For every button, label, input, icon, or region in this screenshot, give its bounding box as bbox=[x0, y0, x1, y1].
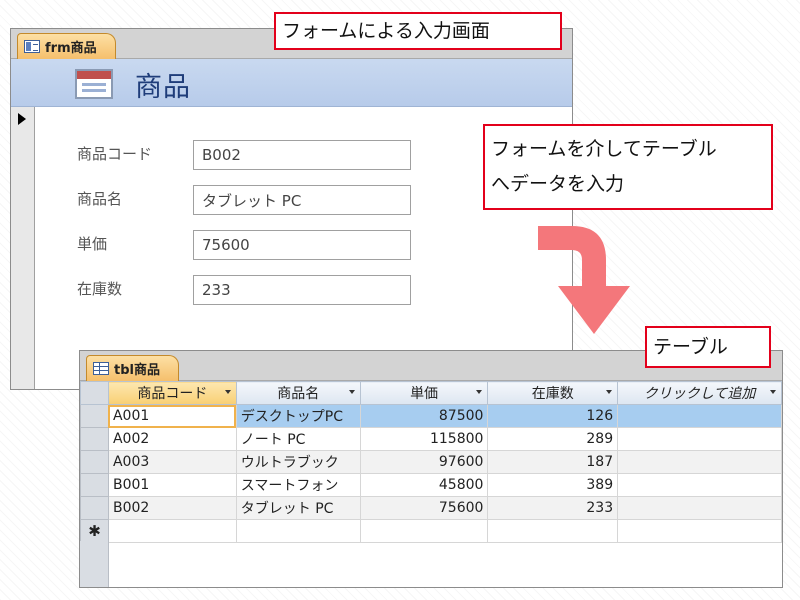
cell-click-to-add[interactable] bbox=[617, 496, 782, 520]
product-code-field[interactable] bbox=[193, 140, 411, 170]
field-label-product-name: 商品名 bbox=[77, 190, 123, 208]
table-document-tab[interactable]: tbl商品 bbox=[86, 355, 179, 381]
table-window: tbl商品 商品コード 商品名 単価 在庫数 クリックして追加 A001 デスク… bbox=[79, 350, 783, 588]
cell-click-to-add[interactable] bbox=[617, 519, 782, 543]
grid-header-row: 商品コード 商品名 単価 在庫数 クリックして追加 bbox=[80, 381, 782, 405]
column-header-click-to-add[interactable]: クリックして追加 bbox=[617, 381, 782, 405]
cell-product-code[interactable]: A001 bbox=[107, 404, 237, 428]
cell-product-code[interactable] bbox=[107, 519, 237, 543]
curved-arrow-icon bbox=[538, 226, 630, 334]
cell-product-name[interactable]: タブレット PC bbox=[235, 496, 361, 520]
cell-unit-price[interactable] bbox=[359, 519, 489, 543]
row-selector-strip bbox=[80, 541, 109, 587]
table-icon bbox=[93, 362, 109, 375]
cell-unit-price[interactable]: 87500 bbox=[359, 404, 489, 428]
cell-stock[interactable] bbox=[487, 519, 619, 543]
row-selector[interactable] bbox=[80, 450, 109, 474]
form-tab-label: frm商品 bbox=[45, 41, 97, 56]
cell-click-to-add[interactable] bbox=[617, 450, 782, 474]
table-row[interactable]: B002 タブレット PC 75600 233 bbox=[80, 496, 782, 520]
callout-table: テーブル bbox=[645, 326, 771, 368]
table-tab-label: tbl商品 bbox=[114, 363, 160, 378]
form-title: 商品 bbox=[135, 72, 191, 103]
field-label-product-code: 商品コード bbox=[77, 145, 153, 163]
callout-data-flow: フォームを介してテーブル へデータを入力 bbox=[483, 124, 773, 210]
form-icon bbox=[75, 69, 113, 99]
product-name-field[interactable] bbox=[193, 185, 411, 215]
unit-price-field[interactable] bbox=[193, 230, 411, 260]
dropdown-caret-icon[interactable] bbox=[224, 390, 231, 394]
dropdown-caret-icon[interactable] bbox=[348, 390, 355, 394]
form-header: 商品 bbox=[11, 59, 572, 107]
column-header-label: 商品名 bbox=[277, 386, 320, 402]
cell-stock[interactable]: 187 bbox=[487, 450, 619, 474]
table-row[interactable]: B001 スマートフォン 45800 389 bbox=[80, 473, 782, 497]
cell-stock[interactable]: 289 bbox=[487, 427, 619, 451]
column-header-label: 商品コード bbox=[137, 386, 208, 402]
cell-click-to-add[interactable] bbox=[617, 404, 782, 428]
table-row[interactable]: A002 ノート PC 115800 289 bbox=[80, 427, 782, 451]
callout-flow-line-1: フォームを介してテーブル bbox=[491, 138, 717, 160]
row-selector[interactable] bbox=[80, 404, 109, 428]
cell-product-code[interactable]: A003 bbox=[107, 450, 237, 474]
row-selector[interactable] bbox=[80, 473, 109, 497]
cell-product-code[interactable]: B001 bbox=[107, 473, 237, 497]
table-row[interactable]: A001 デスクトップPC 87500 126 bbox=[80, 404, 782, 428]
cell-product-name[interactable] bbox=[235, 519, 361, 543]
record-pointer-icon bbox=[18, 113, 26, 125]
column-header-stock[interactable]: 在庫数 bbox=[487, 381, 619, 405]
record-selector[interactable] bbox=[11, 107, 35, 389]
field-label-stock: 在庫数 bbox=[77, 280, 123, 298]
callout-form-screen: フォームによる入力画面 bbox=[274, 12, 562, 50]
dropdown-caret-icon[interactable] bbox=[476, 390, 483, 394]
dropdown-caret-icon[interactable] bbox=[606, 390, 613, 394]
dropdown-caret-icon[interactable] bbox=[770, 390, 776, 394]
column-header-label: クリックして追加 bbox=[643, 386, 756, 402]
field-label-unit-price: 単価 bbox=[77, 235, 108, 253]
new-record-row[interactable]: ✱ bbox=[80, 519, 782, 543]
cell-product-name[interactable]: ノート PC bbox=[235, 427, 361, 451]
cell-stock[interactable]: 389 bbox=[487, 473, 619, 497]
form-document-tab[interactable]: frm商品 bbox=[17, 33, 116, 59]
cell-unit-price[interactable]: 45800 bbox=[359, 473, 489, 497]
cell-product-name[interactable]: ウルトラブック bbox=[235, 450, 361, 474]
cell-stock[interactable]: 126 bbox=[487, 404, 619, 428]
column-header-unit-price[interactable]: 単価 bbox=[359, 381, 489, 405]
cell-product-code[interactable]: B002 bbox=[107, 496, 237, 520]
table-row[interactable]: A003 ウルトラブック 97600 187 bbox=[80, 450, 782, 474]
column-header-label: 在庫数 bbox=[531, 386, 574, 402]
stock-field[interactable] bbox=[193, 275, 411, 305]
cell-product-name[interactable]: スマートフォン bbox=[235, 473, 361, 497]
column-header-product-code[interactable]: 商品コード bbox=[107, 381, 237, 405]
row-selector[interactable] bbox=[80, 427, 109, 451]
cell-unit-price[interactable]: 97600 bbox=[359, 450, 489, 474]
callout-flow-line-2: へデータを入力 bbox=[491, 173, 625, 195]
new-record-icon: ✱ bbox=[80, 519, 109, 543]
cell-unit-price[interactable]: 115800 bbox=[359, 427, 489, 451]
column-header-label: 単価 bbox=[410, 386, 439, 402]
cell-stock[interactable]: 233 bbox=[487, 496, 619, 520]
cell-product-code[interactable]: A002 bbox=[107, 427, 237, 451]
row-selector[interactable] bbox=[80, 496, 109, 520]
cell-product-name[interactable]: デスクトップPC bbox=[235, 404, 361, 428]
datasheet-grid: 商品コード 商品名 単価 在庫数 クリックして追加 A001 デスクトップPC … bbox=[80, 381, 782, 543]
column-header-product-name[interactable]: 商品名 bbox=[235, 381, 361, 405]
cell-click-to-add[interactable] bbox=[617, 473, 782, 497]
select-all-cell[interactable] bbox=[80, 381, 109, 405]
form-icon bbox=[24, 40, 40, 53]
cell-click-to-add[interactable] bbox=[617, 427, 782, 451]
cell-unit-price[interactable]: 75600 bbox=[359, 496, 489, 520]
